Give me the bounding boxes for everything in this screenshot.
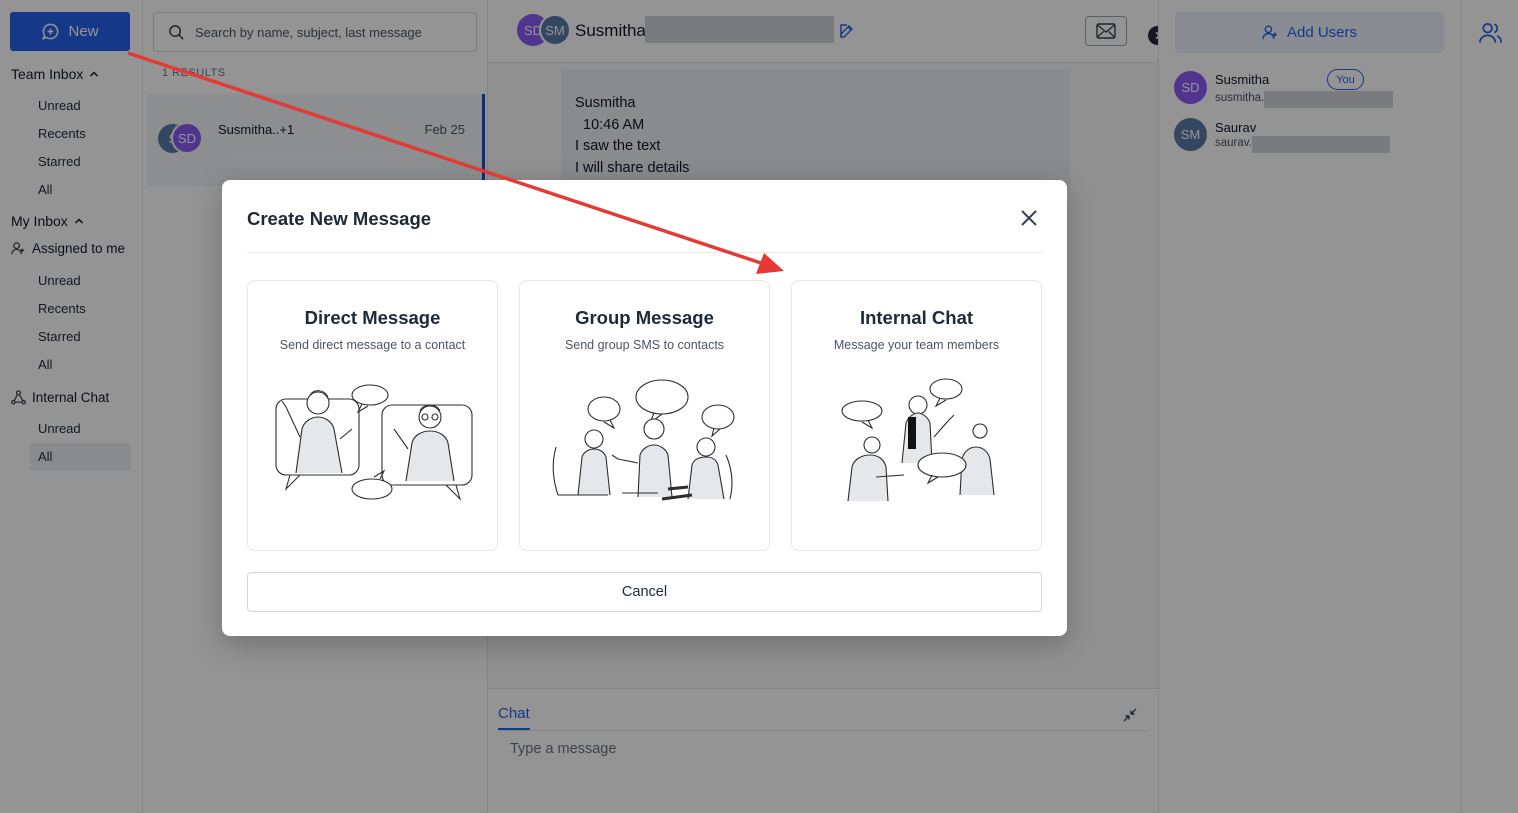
create-message-modal: Create New Message Direct Message Send d… bbox=[222, 180, 1067, 636]
direct-message-card[interactable]: Direct Message Send direct message to a … bbox=[247, 280, 498, 551]
app-root: New Team Inbox Unread Recents Starred Al… bbox=[0, 0, 1518, 813]
direct-message-illustration bbox=[275, 384, 473, 501]
card-title: Internal Chat bbox=[859, 307, 974, 328]
group-message-card[interactable]: Group Message Send group SMS to contacts bbox=[519, 280, 770, 551]
modal-divider bbox=[247, 252, 1042, 253]
card-subtitle: Message your team members bbox=[833, 338, 1000, 352]
internal-chat-card[interactable]: Internal Chat Message your team members bbox=[791, 280, 1042, 551]
internal-chat-illustration bbox=[841, 378, 995, 502]
card-title: Direct Message bbox=[304, 307, 441, 328]
card-title: Group Message bbox=[575, 307, 714, 328]
card-subtitle: Send group SMS to contacts bbox=[564, 338, 725, 352]
card-subtitle: Send direct message to a contact bbox=[279, 338, 466, 352]
modal-title: Create New Message bbox=[247, 208, 432, 229]
close-icon[interactable] bbox=[1018, 207, 1040, 229]
group-message-illustration bbox=[552, 379, 735, 501]
cancel-button[interactable]: Cancel bbox=[247, 572, 1042, 612]
